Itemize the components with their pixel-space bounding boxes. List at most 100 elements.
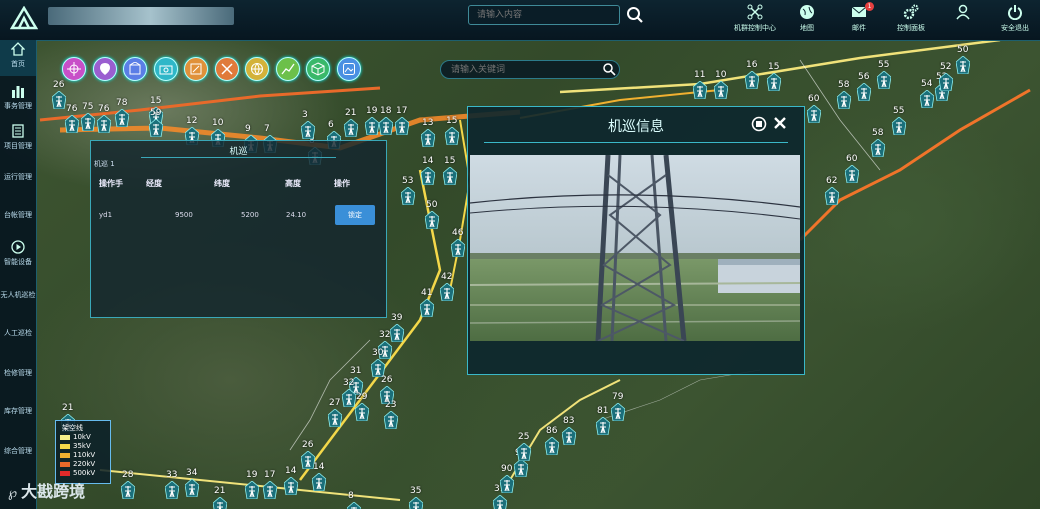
global-search-input[interactable] [468,5,620,25]
tower-marker[interactable] [149,119,163,137]
tower-marker[interactable] [517,443,531,461]
tower-marker[interactable] [52,91,66,109]
tower-marker[interactable] [213,497,227,509]
lock-button[interactable]: 锁定 [335,205,375,225]
nav-mail[interactable]: 1 邮件 [834,0,884,38]
tower-marker[interactable] [312,473,326,491]
sidebar-item-manual-inspection[interactable]: 人工巡检 [0,318,36,354]
tower-marker[interactable] [493,495,507,509]
sidebar-item-operations[interactable]: 运行管理 [0,162,36,198]
nav-logout[interactable]: 安全退出 [990,0,1040,38]
sidebar-item-general[interactable]: 综合管理 [0,436,36,472]
tower-marker[interactable] [956,56,970,74]
tower-marker[interactable] [445,127,459,145]
map-tool-crosshair-button[interactable] [62,57,86,81]
tower-marker[interactable] [767,73,781,91]
sidebar-item-home[interactable]: 首页 [0,40,36,76]
sidebar-item-drone-inspection[interactable]: 无人机巡检 [0,280,36,316]
sidebar-item-projects[interactable]: 项目管理 [0,122,36,158]
sidebar-item-affairs[interactable]: 事务管理 [0,82,36,118]
map-search-input[interactable] [440,60,620,79]
map-tool-image-button[interactable] [336,57,361,81]
tower-marker[interactable] [693,81,707,99]
tower-marker[interactable] [562,427,576,445]
tower-marker[interactable] [245,481,259,499]
tower-marker[interactable] [365,117,379,135]
tower-marker[interactable] [514,459,528,477]
tower-number: 58 [838,80,850,90]
tower-marker[interactable] [115,109,129,127]
nav-user[interactable] [938,0,988,38]
tower-marker[interactable] [596,417,610,435]
map-tool-globe-button[interactable] [245,57,269,81]
tower-marker[interactable] [342,389,356,407]
tower-number: 50 [957,45,969,55]
tower-marker[interactable] [421,129,435,147]
sidebar-item-inventory[interactable]: 库存管理 [0,396,36,432]
tower-marker[interactable] [355,403,369,421]
tower-marker[interactable] [451,239,465,257]
tower-marker[interactable] [443,167,457,185]
tower-marker[interactable] [301,121,315,139]
record-icon[interactable] [751,116,767,132]
map-tool-chart-button[interactable] [275,57,300,81]
tower-marker[interactable] [837,91,851,109]
tower-marker[interactable] [401,187,415,205]
tower-marker[interactable] [409,497,423,509]
tower-marker[interactable] [545,437,559,455]
tower-marker[interactable] [714,81,728,99]
tower-marker[interactable] [384,411,398,429]
legend-item-500kv: 500kV [60,469,95,478]
tower-marker[interactable] [390,324,404,342]
tower-marker[interactable] [165,481,179,499]
tower-marker[interactable] [877,71,891,89]
map-tool-cube-button[interactable] [306,57,330,81]
tower-number: 10 [212,118,224,128]
tower-marker[interactable] [263,481,277,499]
tower-marker[interactable] [121,481,135,499]
tower-marker[interactable] [807,105,821,123]
sidebar-item-ledger[interactable]: 台帐管理 [0,200,36,236]
tower-marker[interactable] [65,115,79,133]
map-tool-location-pin-button[interactable] [92,57,117,81]
sidebar-item-smart-devices[interactable]: 智能设备 [0,238,36,274]
map-search-icon[interactable] [602,62,616,76]
tower-marker[interactable] [440,283,454,301]
map-tool-tools-button[interactable] [214,57,239,81]
sidebar-item-maintenance[interactable]: 检修管理 [0,358,36,394]
tower-marker[interactable] [745,71,759,89]
tower-marker[interactable] [845,165,859,183]
tower-marker[interactable] [379,117,393,135]
tower-number: 14 [422,156,434,166]
tower-marker[interactable] [421,167,435,185]
search-icon[interactable] [626,6,644,24]
tower-marker[interactable] [920,90,934,108]
app-logo [9,5,39,30]
map-tool-camera-button[interactable] [153,57,178,81]
tower-marker[interactable] [344,119,358,137]
tower-marker[interactable] [500,475,514,493]
tower-marker[interactable] [81,113,95,131]
tower-marker[interactable] [611,403,625,421]
map-tool-building-button[interactable] [123,57,147,81]
tower-marker[interactable] [97,115,111,133]
tower-marker[interactable] [347,502,361,509]
tower-marker[interactable] [825,187,839,205]
tower-marker[interactable] [857,83,871,101]
tower-marker[interactable] [185,479,199,497]
tower-number: 25 [518,432,530,442]
tower-marker[interactable] [425,211,439,229]
nav-map[interactable]: 地图 [782,0,832,38]
tower-marker[interactable] [284,477,298,495]
left-sidebar: 首页 事务管理 项目管理 运行管理 台帐管理 智能设备 无人机巡检 人工巡检 检… [0,40,37,509]
tower-marker[interactable] [939,73,953,91]
nav-fleet-control[interactable]: 机群控制中心 [730,0,780,38]
tower-marker[interactable] [420,299,434,317]
tower-marker[interactable] [892,117,906,135]
tower-marker[interactable] [871,139,885,157]
close-icon[interactable] [771,115,789,133]
tower-marker[interactable] [395,117,409,135]
nav-control-panel[interactable]: 控制面板 [886,0,936,38]
tower-marker[interactable] [328,409,342,427]
map-tool-edit-button[interactable] [184,57,208,81]
